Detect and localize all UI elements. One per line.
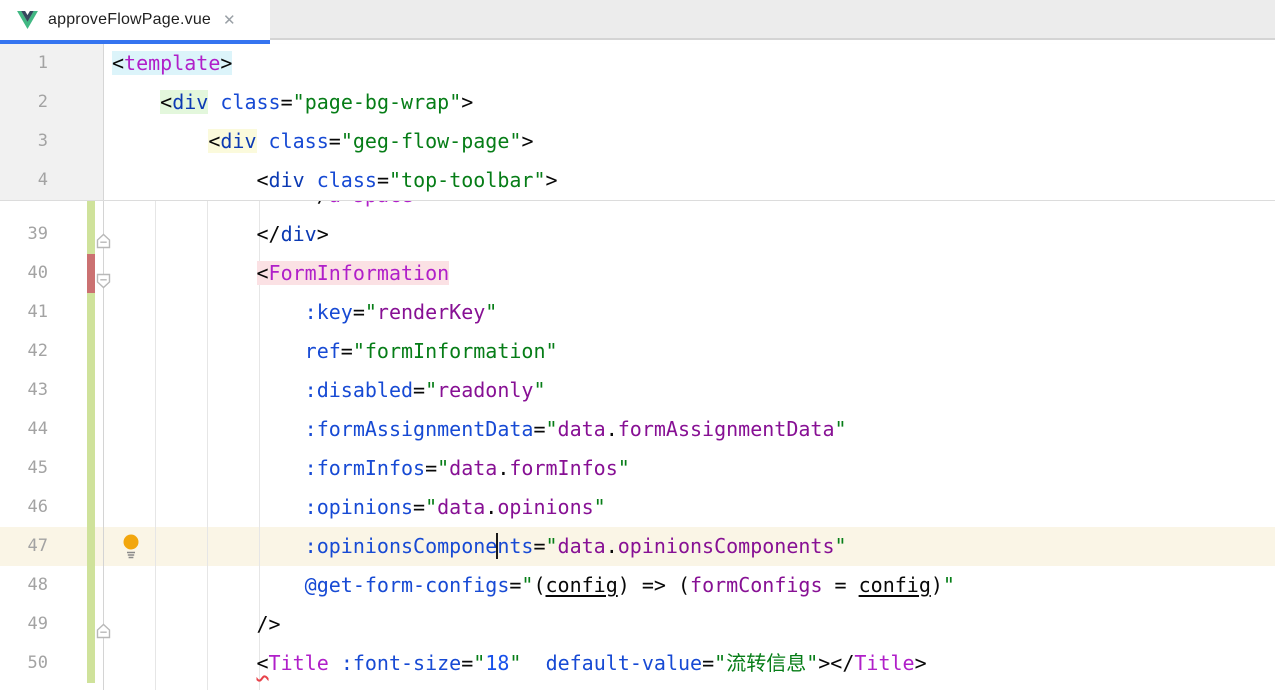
code-line: 38 </a-space> — [0, 201, 1275, 215]
code-text[interactable]: /> — [104, 605, 281, 644]
intention-bulb-icon[interactable] — [121, 533, 141, 560]
line-number: 2 — [0, 83, 48, 122]
vcs-change-stripe — [87, 371, 95, 410]
vcs-change-stripe — [87, 566, 95, 605]
gutter-cell — [48, 410, 104, 449]
line-number: 42 — [0, 332, 48, 371]
code-line: 48 @get-form-configs="(config) => (formC… — [0, 566, 1275, 605]
code-text[interactable]: </div> — [104, 215, 329, 254]
gutter-cell — [48, 293, 104, 332]
vcs-change-stripe — [87, 410, 95, 449]
code-text[interactable]: <Title :font-size="18" default-value="流转… — [104, 644, 927, 683]
vcs-change-stripe — [87, 293, 95, 332]
code-text[interactable]: :formAssignmentData="data.formAssignment… — [104, 410, 847, 449]
sticky-line: 3 <div class="geg-flow-page"> — [0, 122, 1275, 161]
gutter-cell — [48, 201, 104, 215]
gutter-cell — [48, 566, 104, 605]
code-text[interactable]: </a-space> — [104, 201, 425, 215]
vcs-change-stripe — [87, 488, 95, 527]
line-number: 43 — [0, 371, 48, 410]
fold-end-marker-icon[interactable] — [95, 616, 112, 633]
code-text[interactable]: :key="renderKey" — [104, 293, 497, 332]
code-line: 40 <FormInformation — [0, 254, 1275, 293]
vcs-change-stripe — [87, 449, 95, 488]
gutter-cell — [48, 44, 104, 83]
line-number: 46 — [0, 488, 48, 527]
code-line: 49 /> — [0, 605, 1275, 644]
line-number: 38 — [0, 201, 48, 215]
gutter-cell — [48, 332, 104, 371]
tab-approveFlowPage[interactable]: approveFlowPage.vue ✕ — [0, 0, 270, 40]
editor-tab-bar: approveFlowPage.vue ✕ — [0, 0, 1275, 44]
gutter-cell — [48, 122, 104, 161]
line-number: 50 — [0, 644, 48, 683]
vcs-change-stripe — [87, 215, 95, 254]
gutter-cell — [48, 254, 104, 293]
code-line: 41 :key="renderKey" — [0, 293, 1275, 332]
code-text[interactable]: @get-form-configs="(config) => (formConf… — [104, 566, 955, 605]
vcs-change-stripe — [87, 254, 95, 293]
vcs-change-stripe — [87, 644, 95, 683]
line-number: 44 — [0, 410, 48, 449]
vcs-change-stripe — [87, 605, 95, 644]
code-text[interactable]: :opinions="data.opinions" — [104, 488, 606, 527]
line-number: 3 — [0, 122, 48, 161]
code-text[interactable]: :disabled="readonly" — [104, 371, 546, 410]
line-number: 40 — [0, 254, 48, 293]
vcs-change-stripe — [87, 527, 95, 566]
code-line: 42 ref="formInformation" — [0, 332, 1275, 371]
line-number: 48 — [0, 566, 48, 605]
gutter-cell — [48, 527, 104, 566]
code-line: 43 :disabled="readonly" — [0, 371, 1275, 410]
code-line: 47 :opinionsComponents="data.opinionsCom… — [0, 527, 1275, 566]
code-text[interactable]: <FormInformation — [104, 254, 449, 293]
sticky-line: 2 <div class="page-bg-wrap"> — [0, 83, 1275, 122]
gutter-cell — [48, 83, 104, 122]
code-line: 45 :formInfos="data.formInfos" — [0, 449, 1275, 488]
vue-logo-icon — [17, 11, 38, 29]
code-line: 50 <Title :font-size="18" default-value=… — [0, 644, 1275, 683]
line-number: 47 — [0, 527, 48, 566]
gutter-cell — [48, 161, 104, 200]
line-number: 4 — [0, 161, 48, 200]
gutter-cell — [48, 371, 104, 410]
sticky-line: 1 <template> — [0, 44, 1275, 83]
vcs-change-stripe — [87, 201, 95, 215]
line-number: 1 — [0, 44, 48, 83]
code-text[interactable]: ref="formInformation" — [104, 332, 558, 371]
gutter-cell — [48, 449, 104, 488]
sticky-line: 4 <div class="top-toolbar"> — [0, 161, 1275, 200]
code-text[interactable]: :formInfos="data.formInfos" — [104, 449, 630, 488]
code-editor[interactable]: 38 </a-space>39 </div>40 <FormInformatio… — [0, 201, 1275, 690]
line-number: 41 — [0, 293, 48, 332]
code-text[interactable]: <div class="top-toolbar"> — [104, 161, 558, 200]
fold-end-marker-icon[interactable] — [95, 226, 112, 243]
line-number: 45 — [0, 449, 48, 488]
fold-start-marker-icon[interactable] — [95, 265, 112, 282]
gutter-cell — [48, 215, 104, 254]
text-caret — [496, 533, 498, 559]
code-text[interactable]: <div class="geg-flow-page"> — [104, 122, 533, 161]
code-line: 44 :formAssignmentData="data.formAssignm… — [0, 410, 1275, 449]
gutter-cell — [48, 488, 104, 527]
gutter-cell — [48, 605, 104, 644]
partially-scrolled-line: 38 </a-space> — [0, 201, 1275, 215]
code-text[interactable]: :opinionsComponents="data.opinionsCompon… — [104, 527, 847, 566]
code-line: 46 :opinions="data.opinions" — [0, 488, 1275, 527]
tab-bar-empty-area — [270, 0, 1275, 40]
code-text[interactable]: <div class="page-bg-wrap"> — [104, 83, 473, 122]
gutter-cell — [48, 644, 104, 683]
close-icon[interactable]: ✕ — [223, 13, 236, 28]
line-number: 49 — [0, 605, 48, 644]
code-text[interactable]: <template> — [104, 44, 232, 83]
code-line: 39 </div> — [0, 215, 1275, 254]
vcs-change-stripe — [87, 332, 95, 371]
tab-title: approveFlowPage.vue — [48, 11, 211, 29]
sticky-lines-panel: 1<template>2 <div class="page-bg-wrap">3… — [0, 44, 1275, 201]
line-number: 39 — [0, 215, 48, 254]
